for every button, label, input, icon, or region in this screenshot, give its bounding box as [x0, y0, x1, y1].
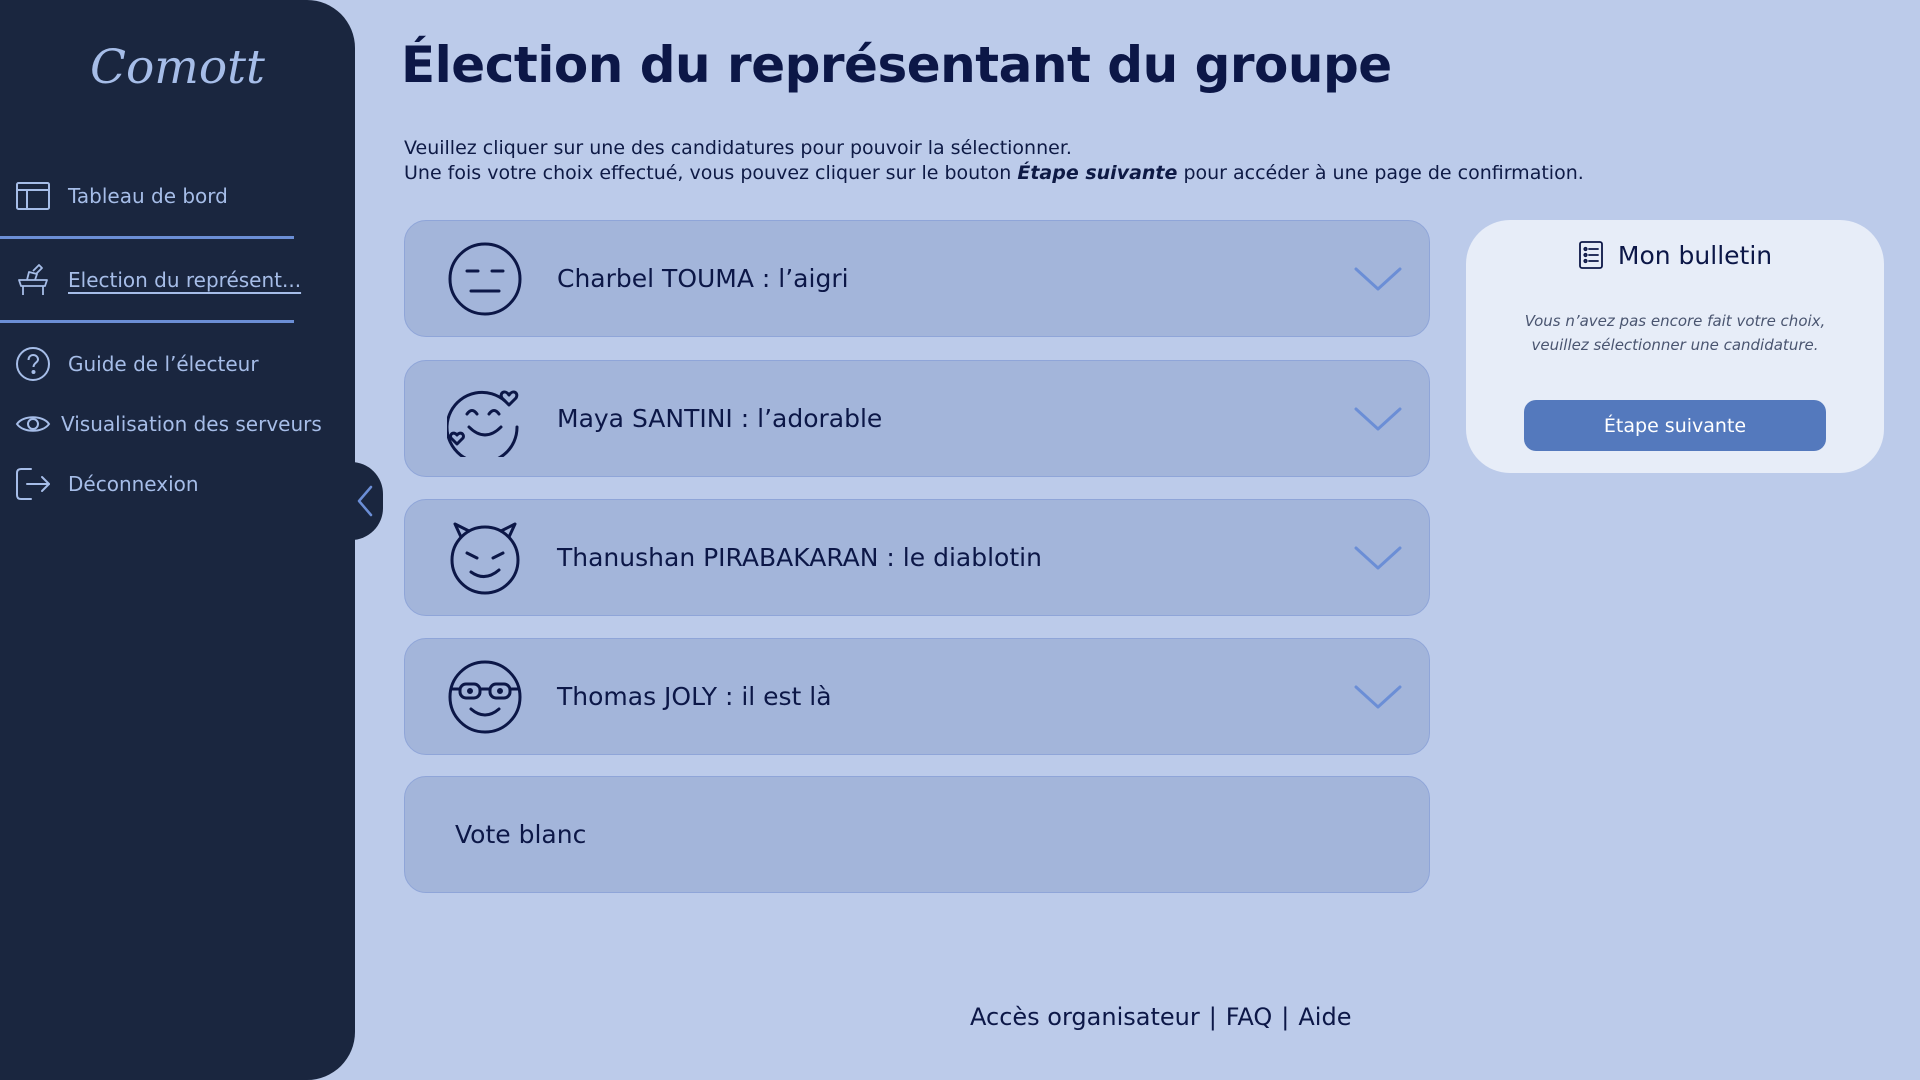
ballot-box-icon [15, 262, 51, 298]
candidate-card-touma[interactable]: Charbel TOUMA : l’aigri [404, 220, 1430, 337]
candidate-name: Charbel TOUMA [557, 264, 754, 293]
sidebar-item-label: Tableau de bord [68, 184, 228, 208]
ballot-panel: Mon bulletin Vous n’avez pas encore fait… [1466, 220, 1884, 473]
candidate-label: Maya SANTINI : l’adorable [557, 404, 882, 433]
ballot-message-line2: veuillez sélectionner une candidature. [1531, 336, 1819, 354]
smiling-face-hearts-icon [445, 381, 523, 464]
sidebar-collapse-button[interactable] [350, 462, 383, 540]
blank-vote-label: Vote blanc [455, 820, 587, 849]
candidate-label: Thanushan PIRABAKARAN : le diablotin [557, 543, 1042, 572]
candidate-tagline: : le diablotin [878, 543, 1042, 572]
chevron-down-icon[interactable] [1353, 540, 1403, 574]
candidate-tagline: : il est là [717, 682, 832, 711]
ballot-header: Mon bulletin [1466, 240, 1884, 270]
organizer-access-link[interactable]: Accès organisateur [970, 1003, 1200, 1031]
candidate-name: Thomas JOLY [557, 682, 717, 711]
instructions-line2-end: pour accéder à une page de confirmation. [1177, 162, 1584, 184]
logout-icon [15, 466, 51, 502]
chevron-down-icon[interactable] [1353, 679, 1403, 713]
page-title: Élection du représentant du groupe [401, 36, 1392, 94]
sidebar-item-guide[interactable]: Guide de l’électeur [0, 346, 259, 382]
instructions-line2-start: Une fois votre choix effectué, vous pouv… [404, 162, 1018, 184]
layout-icon [15, 178, 51, 214]
candidate-card-joly[interactable]: Thomas JOLY : il est là [404, 638, 1430, 755]
sidebar: Comott Tableau de bord Election du repré… [0, 0, 355, 1080]
sidebar-divider [0, 236, 294, 239]
list-icon [1578, 240, 1604, 270]
candidate-label: Charbel TOUMA : l’aigri [557, 264, 849, 293]
candidate-name: Maya SANTINI [557, 404, 733, 433]
footer: Accès organisateur | FAQ | Aide [970, 1003, 1351, 1031]
help-circle-icon [15, 346, 51, 382]
footer-separator: | [1208, 1003, 1217, 1031]
instructions-line1: Veuillez cliquer sur une des candidature… [404, 137, 1072, 159]
sidebar-item-servers[interactable]: Visualisation des serveurs [0, 406, 322, 442]
sidebar-item-logout[interactable]: Déconnexion [0, 466, 199, 502]
sidebar-divider [0, 320, 294, 323]
neutral-face-icon [447, 241, 523, 317]
help-link[interactable]: Aide [1298, 1003, 1351, 1031]
chevron-down-icon[interactable] [1353, 401, 1403, 435]
faq-link[interactable]: FAQ [1226, 1003, 1273, 1031]
devil-face-icon [447, 520, 523, 596]
candidate-card-santini[interactable]: Maya SANTINI : l’adorable [404, 360, 1430, 477]
candidate-name: Thanushan PIRABAKARAN [557, 543, 879, 572]
ballot-message-line1: Vous n’avez pas encore fait votre choix, [1524, 312, 1826, 330]
candidate-tagline: : l’aigri [753, 264, 849, 293]
glasses-face-icon [447, 659, 523, 735]
candidate-card-pirabakaran[interactable]: Thanushan PIRABAKARAN : le diablotin [404, 499, 1430, 616]
candidate-tagline: : l’adorable [732, 404, 883, 433]
brand-logo: Comott [90, 40, 265, 95]
sidebar-item-label: Visualisation des serveurs [61, 412, 322, 436]
chevron-left-icon [357, 485, 372, 517]
ballot-title: Mon bulletin [1617, 240, 1773, 270]
sidebar-item-label: Election du représent... [68, 268, 302, 292]
sidebar-item-election[interactable]: Election du représent... [0, 262, 301, 298]
ballot-message: Vous n’avez pas encore fait votre choix,… [1486, 309, 1864, 357]
eye-icon [15, 406, 51, 442]
instructions-line2: Une fois votre choix effectué, vous pouv… [404, 161, 1584, 186]
instructions-emphasis: Étape suivante [1017, 162, 1178, 184]
next-step-button[interactable]: Étape suivante [1524, 400, 1826, 451]
sidebar-item-label: Guide de l’électeur [68, 352, 259, 376]
candidate-label: Thomas JOLY : il est là [557, 682, 832, 711]
blank-vote-card[interactable]: Vote blanc [404, 776, 1430, 893]
sidebar-item-label: Déconnexion [68, 472, 199, 496]
instructions-text: Veuillez cliquer sur une des candidature… [404, 136, 1584, 186]
sidebar-item-dashboard[interactable]: Tableau de bord [0, 178, 228, 214]
chevron-down-icon[interactable] [1353, 261, 1403, 295]
footer-separator: | [1281, 1003, 1290, 1031]
